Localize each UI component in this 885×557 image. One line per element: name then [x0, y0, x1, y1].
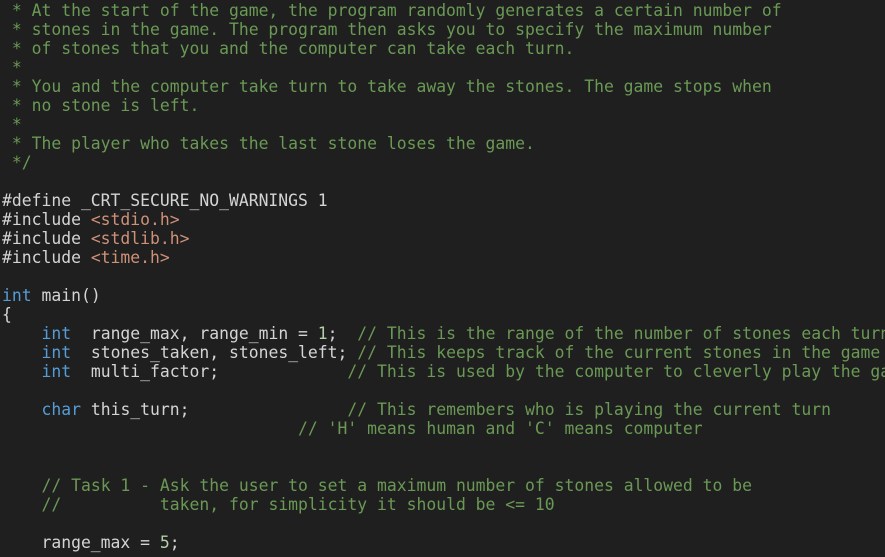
- comment-token: *: [2, 115, 22, 134]
- plain-token: range_max =: [2, 533, 160, 552]
- keyword-token: int: [41, 324, 72, 343]
- code-line[interactable]: int range_max, range_min = 1; // This is…: [2, 324, 885, 343]
- code-line[interactable]: * stones in the game. The program then a…: [2, 20, 885, 39]
- code-line[interactable]: *: [2, 58, 885, 77]
- comment-token: // This is the range of the number of st…: [357, 324, 885, 343]
- code-line[interactable]: {: [2, 305, 885, 324]
- plain-token: ;: [327, 324, 358, 343]
- plain-token: this_turn;: [80, 400, 348, 419]
- preprocessor-token: #include: [2, 229, 91, 248]
- code-line[interactable]: #define _CRT_SECURE_NO_WARNINGS 1: [2, 191, 885, 210]
- code-line[interactable]: char this_turn; // This remembers who is…: [2, 400, 885, 419]
- code-line[interactable]: [2, 438, 885, 457]
- code-line[interactable]: [2, 172, 885, 191]
- number-token: 5: [159, 533, 170, 552]
- comment-token: * stones in the game. The program then a…: [2, 20, 772, 39]
- code-line[interactable]: #include <time.h>: [2, 248, 885, 267]
- comment-token: // 'H' means human and 'C' means compute…: [298, 419, 703, 438]
- code-line[interactable]: * no stone is left.: [2, 96, 885, 115]
- preprocessor-token: #define _CRT_SECURE_NO_WARNINGS 1: [2, 191, 328, 210]
- code-line[interactable]: [2, 381, 885, 400]
- plain-token: range_max, range_min =: [71, 324, 318, 343]
- code-line[interactable]: * of stones that you and the computer ca…: [2, 39, 885, 58]
- comment-token: // This keeps track of the current stone…: [357, 343, 881, 362]
- code-line[interactable]: // Task 1 - Ask the user to set a maximu…: [2, 476, 885, 495]
- plain-token: multi_factor;: [71, 362, 348, 381]
- code-line[interactable]: #include <stdio.h>: [2, 210, 885, 229]
- comment-token: * The player who takes the last stone lo…: [2, 134, 535, 153]
- string-token: <time.h>: [90, 248, 170, 267]
- code-line[interactable]: * The player who takes the last stone lo…: [2, 134, 885, 153]
- preprocessor-token: #include: [2, 210, 91, 229]
- comment-token: // This is used by the computer to cleve…: [347, 362, 885, 381]
- number-token: 1: [317, 324, 328, 343]
- code-line[interactable]: int main(): [2, 286, 885, 305]
- comment-token: // Task 1 - Ask the user to set a maximu…: [41, 476, 752, 495]
- code-line[interactable]: range_max = 5;: [2, 533, 885, 552]
- code-line[interactable]: [2, 514, 885, 533]
- keyword-token: int: [41, 343, 72, 362]
- plain-token: stones_taken, stones_left;: [71, 343, 358, 362]
- code-line[interactable]: */: [2, 153, 885, 172]
- code-line[interactable]: [2, 457, 885, 476]
- comment-token: */: [2, 153, 32, 172]
- plain-token: ;: [169, 533, 180, 552]
- keyword-token: char: [41, 400, 81, 419]
- code-line[interactable]: [2, 267, 885, 286]
- comment-token: * no stone is left.: [2, 96, 200, 115]
- comment-token: // This remembers who is playing the cur…: [347, 400, 831, 419]
- comment-token: // taken, for simplicity it should be <=…: [41, 495, 555, 514]
- code-line[interactable]: * At the start of the game, the program …: [2, 1, 885, 20]
- string-token: <stdio.h>: [90, 210, 180, 229]
- comment-token: * At the start of the game, the program …: [2, 1, 782, 20]
- code-editor[interactable]: * At the start of the game, the program …: [0, 0, 885, 557]
- code-line[interactable]: int multi_factor; // This is used by the…: [2, 362, 885, 381]
- plain-token: main(): [31, 286, 101, 305]
- code-line[interactable]: int stones_taken, stones_left; // This k…: [2, 343, 885, 362]
- comment-token: * of stones that you and the computer ca…: [2, 39, 575, 58]
- string-token: <stdlib.h>: [90, 229, 190, 248]
- code-line[interactable]: *: [2, 115, 885, 134]
- plain-token: {: [2, 305, 12, 324]
- comment-token: *: [2, 58, 22, 77]
- code-line[interactable]: * You and the computer take turn to take…: [2, 77, 885, 96]
- code-line[interactable]: #include <stdlib.h>: [2, 229, 885, 248]
- preprocessor-token: #include: [2, 248, 91, 267]
- code-line[interactable]: // 'H' means human and 'C' means compute…: [2, 419, 885, 438]
- code-content[interactable]: * At the start of the game, the program …: [2, 1, 885, 552]
- keyword-token: int: [41, 362, 72, 381]
- comment-token: * You and the computer take turn to take…: [2, 77, 772, 96]
- keyword-token: int: [2, 286, 32, 305]
- code-line[interactable]: // taken, for simplicity it should be <=…: [2, 495, 885, 514]
